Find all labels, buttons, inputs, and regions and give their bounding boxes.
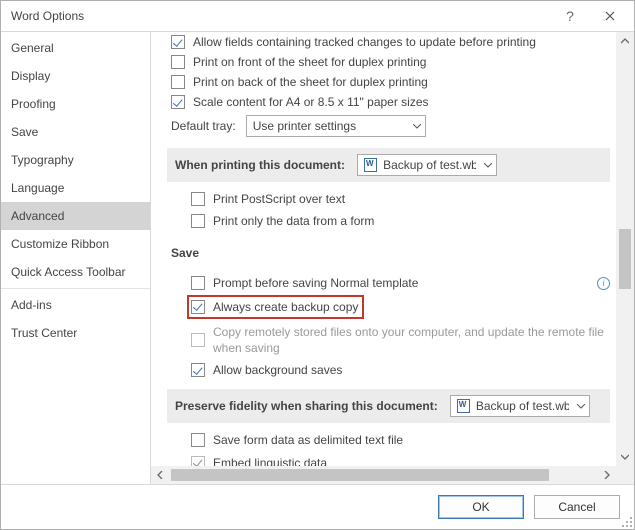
highlight-backup-copy: Always create backup copy [187, 295, 364, 319]
sidebar-item-typography[interactable]: Typography [1, 146, 150, 174]
checkbox-icon [171, 95, 185, 109]
option-save-form-data[interactable]: Save form data as delimited text file [191, 429, 610, 451]
scroll-corner [616, 466, 634, 484]
default-tray-row: Default tray: Use printer settings [171, 112, 610, 140]
sidebar-item-addins[interactable]: Add-ins [1, 291, 150, 319]
checkbox-icon [171, 55, 185, 69]
scroll-left-icon[interactable] [151, 466, 169, 484]
default-tray-label: Default tray: [171, 119, 236, 133]
resize-grip[interactable] [620, 515, 632, 527]
sidebar-separator [1, 288, 150, 289]
checkbox-icon [191, 333, 205, 347]
vertical-scrollbar[interactable] [616, 32, 634, 466]
sidebar-item-customize-ribbon[interactable]: Customize Ribbon [1, 230, 150, 258]
sidebar-item-quick-access[interactable]: Quick Access Toolbar [1, 258, 150, 286]
chevron-down-icon [405, 124, 421, 129]
option-print-back[interactable]: Print on back of the sheet for duplex pr… [171, 72, 610, 92]
section-label: Preserve fidelity when sharing this docu… [175, 399, 438, 413]
option-background-saves[interactable]: Allow background saves [191, 359, 610, 381]
scroll-thumb[interactable] [619, 229, 631, 289]
word-file-icon [457, 399, 470, 413]
dialog-footer: OK Cancel [1, 485, 634, 529]
fidelity-document-dropdown[interactable]: Backup of test.wbk [450, 395, 590, 417]
checkbox-icon [191, 363, 205, 377]
cancel-button[interactable]: Cancel [534, 495, 620, 519]
sidebar-item-general[interactable]: General [1, 34, 150, 62]
sidebar-item-save[interactable]: Save [1, 118, 150, 146]
scroll-up-icon[interactable] [616, 32, 634, 50]
option-print-front[interactable]: Print on front of the sheet for duplex p… [171, 52, 610, 72]
info-icon[interactable]: i [597, 277, 610, 290]
checkbox-icon [171, 75, 185, 89]
scroll-right-icon[interactable] [598, 466, 616, 484]
option-scale-content[interactable]: Scale content for A4 or 8.5 x 11" paper … [171, 92, 610, 112]
sidebar-item-trust-center[interactable]: Trust Center [1, 319, 150, 347]
sidebar-item-proofing[interactable]: Proofing [1, 90, 150, 118]
close-icon [605, 11, 615, 21]
option-postscript[interactable]: Print PostScript over text [191, 188, 610, 210]
checkbox-icon [191, 214, 205, 228]
window-title: Word Options [11, 9, 550, 23]
word-options-window: Word Options ? General Display Proofing … [0, 0, 635, 530]
scroll-down-icon[interactable] [616, 448, 634, 466]
option-prompt-normal[interactable]: Prompt before saving Normal template i [191, 272, 610, 294]
checkbox-icon [191, 276, 205, 290]
option-copy-remote[interactable]: Copy remotely stored files onto your com… [191, 321, 610, 359]
dialog-body: General Display Proofing Save Typography… [1, 31, 634, 485]
option-print-data-only[interactable]: Print only the data from a form [191, 210, 610, 232]
chevron-down-icon [569, 404, 585, 409]
scroll-thumb[interactable] [171, 469, 549, 481]
checkbox-icon [191, 192, 205, 206]
sidebar-item-advanced[interactable]: Advanced [1, 202, 150, 230]
checkbox-icon [191, 433, 205, 447]
content-wrap: Allow fields containing tracked changes … [151, 32, 634, 484]
checkbox-icon [191, 300, 205, 314]
checkbox-icon [191, 456, 205, 466]
print-document-dropdown[interactable]: Backup of test.wbk [357, 154, 497, 176]
ok-button[interactable]: OK [438, 495, 524, 519]
sidebar-item-language[interactable]: Language [1, 174, 150, 202]
checkbox-icon [171, 35, 185, 49]
option-embed-linguistic[interactable]: Embed linguistic data [191, 452, 610, 467]
section-when-printing: When printing this document: Backup of t… [167, 148, 610, 182]
content-pane: Allow fields containing tracked changes … [151, 32, 634, 484]
section-save: Save [171, 240, 610, 266]
default-tray-dropdown[interactable]: Use printer settings [246, 115, 426, 137]
section-label: When printing this document: [175, 158, 345, 172]
category-sidebar: General Display Proofing Save Typography… [1, 32, 151, 484]
scroll-track[interactable] [616, 50, 634, 448]
section-preserve-fidelity: Preserve fidelity when sharing this docu… [167, 389, 610, 423]
sidebar-item-display[interactable]: Display [1, 62, 150, 90]
help-button[interactable]: ? [550, 2, 590, 30]
scroll-track[interactable] [169, 466, 598, 484]
titlebar: Word Options ? [1, 1, 634, 31]
chevron-down-icon [476, 163, 492, 168]
option-allow-tracked[interactable]: Allow fields containing tracked changes … [171, 32, 610, 52]
content-scroll-area: Allow fields containing tracked changes … [151, 32, 616, 466]
horizontal-scrollbar[interactable] [151, 466, 616, 484]
word-file-icon [364, 158, 377, 172]
option-backup-copy[interactable]: Always create backup copy [191, 298, 358, 316]
close-button[interactable] [590, 2, 630, 30]
